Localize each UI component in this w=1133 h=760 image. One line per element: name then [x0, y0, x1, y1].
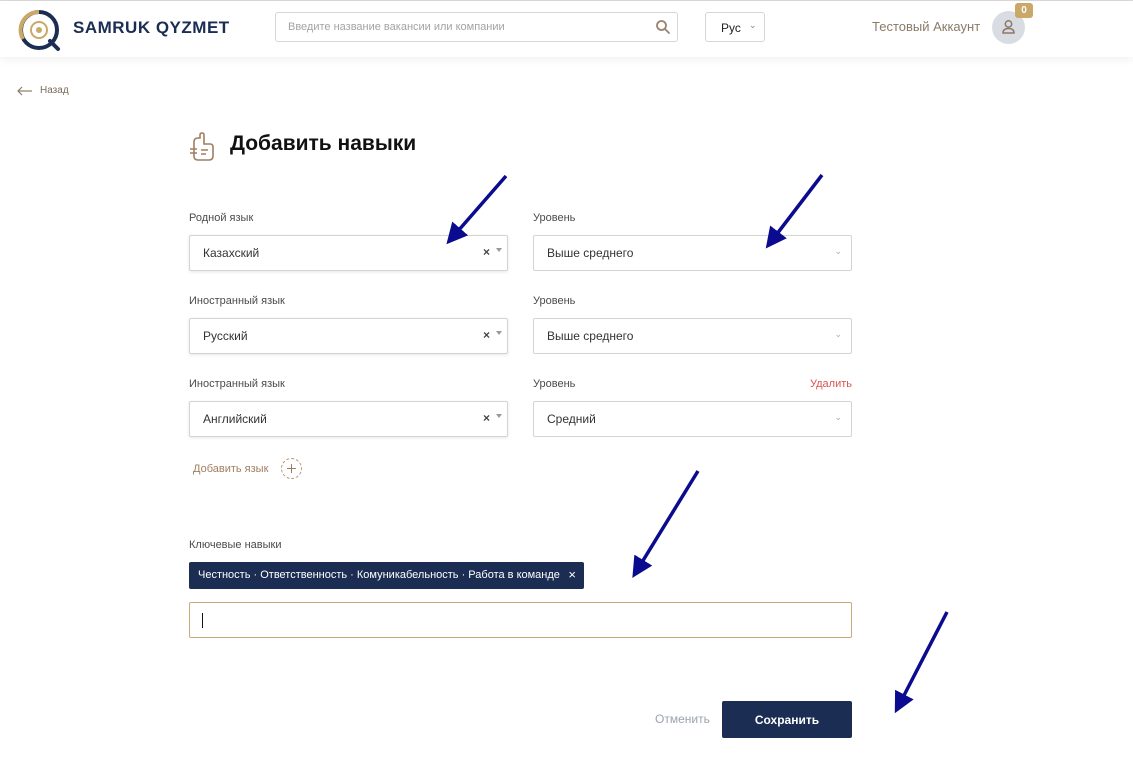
- arrow-left-icon: [17, 86, 32, 96]
- annotation-arrow-icon: [632, 470, 700, 578]
- native-language-select[interactable]: Казахский ×: [189, 235, 508, 271]
- skill-tag: Честность · Ответственность · Комуникабе…: [189, 562, 584, 589]
- back-label: Назад: [40, 85, 69, 96]
- annotation-arrow-icon: [765, 173, 824, 249]
- skill-tag-text: Честность · Ответственность · Комуникабе…: [198, 569, 560, 581]
- native-level-select[interactable]: Выше среднего ⌄: [533, 235, 852, 271]
- save-button[interactable]: Сохранить: [722, 701, 852, 738]
- clear-icon[interactable]: ×: [483, 245, 490, 259]
- key-skills-label: Ключевые навыки: [189, 539, 282, 551]
- caret-down-icon: [496, 414, 502, 418]
- foreign-language-label: Иностранный язык: [189, 378, 285, 390]
- foreign-language-value: Русский: [203, 329, 248, 343]
- header: SAMRUK QYZMET Рус ⌄ Тестовый Аккаунт 0: [0, 1, 1133, 57]
- foreign-level-value: Средний: [547, 412, 596, 426]
- caret-down-icon: [496, 331, 502, 335]
- notification-badge[interactable]: 0: [1015, 3, 1033, 18]
- language-label: Рус: [721, 21, 741, 35]
- level-label: Уровень: [533, 212, 576, 224]
- chevron-down-icon: ⌄: [834, 412, 842, 422]
- brand-name[interactable]: SAMRUK QYZMET: [73, 18, 230, 38]
- native-language-label: Родной язык: [189, 212, 254, 224]
- skills-icon: [190, 132, 214, 161]
- foreign-level-select-2[interactable]: Средний ⌄: [533, 401, 852, 437]
- page-title: Добавить навыки: [230, 132, 417, 155]
- foreign-language-label: Иностранный язык: [189, 295, 285, 307]
- account-name[interactable]: Тестовый Аккаунт: [872, 19, 980, 34]
- cancel-button[interactable]: Отменить: [655, 712, 710, 726]
- level-label: Уровень: [533, 295, 576, 307]
- caret-down-icon: [496, 248, 502, 252]
- level-label: Уровень: [533, 378, 576, 390]
- native-language-value: Казахский: [203, 246, 260, 260]
- language-select[interactable]: Рус ⌄: [705, 12, 765, 42]
- key-skills-input[interactable]: [189, 602, 852, 638]
- foreign-level-value: Выше среднего: [547, 329, 634, 343]
- native-level-value: Выше среднего: [547, 246, 634, 260]
- foreign-language-select-2[interactable]: Английский ×: [189, 401, 508, 437]
- plus-circle-icon[interactable]: [281, 458, 302, 479]
- clear-icon[interactable]: ×: [483, 328, 490, 342]
- chevron-down-icon: ⌄: [834, 246, 842, 256]
- chevron-down-icon: ⌄: [834, 329, 842, 339]
- foreign-language-select-1[interactable]: Русский ×: [189, 318, 508, 354]
- foreign-language-value: Английский: [203, 412, 267, 426]
- search-icon[interactable]: [655, 19, 671, 35]
- annotation-arrow-icon: [446, 174, 508, 245]
- samruk-logo-icon[interactable]: [16, 7, 62, 53]
- clear-icon[interactable]: ×: [483, 411, 490, 425]
- chevron-down-icon: ⌄: [749, 20, 757, 30]
- search-box: [275, 12, 678, 42]
- foreign-level-select-1[interactable]: Выше среднего ⌄: [533, 318, 852, 354]
- delete-language-link[interactable]: Удалить: [810, 378, 852, 390]
- add-language-label: Добавить язык: [193, 463, 269, 475]
- close-icon[interactable]: ×: [568, 567, 576, 582]
- annotation-arrow-icon: [894, 611, 949, 714]
- search-input[interactable]: [276, 13, 648, 41]
- text-cursor: [202, 613, 203, 628]
- user-icon: [1002, 20, 1015, 34]
